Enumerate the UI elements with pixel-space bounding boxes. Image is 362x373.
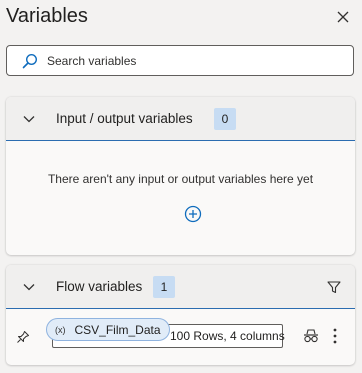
io-variables-title: Input / output variables <box>56 111 193 126</box>
io-empty-message: There aren't any input or output variabl… <box>47 172 314 186</box>
variable-name: CSV_Film_Data <box>74 322 161 337</box>
flow-variable-row[interactable]: 100 Rows, 4 columns (x) CSV_Film_Data <box>6 311 355 361</box>
add-circle-icon[interactable] <box>184 205 202 223</box>
close-icon[interactable] <box>334 8 352 26</box>
chevron-down-icon[interactable] <box>22 112 36 126</box>
io-variables-card: Input / output variables 0 There aren't … <box>6 97 355 255</box>
variables-pane: Variables Input / output variables 0 The… <box>0 0 362 373</box>
search-icon <box>22 53 38 69</box>
io-variables-header[interactable]: Input / output variables 0 <box>6 97 355 141</box>
flow-variables-card: Flow variables 1 100 Rows, 4 columns (x)… <box>6 265 355 365</box>
chevron-down-icon[interactable] <box>22 280 36 294</box>
variable-name-chip[interactable]: (x) CSV_Film_Data <box>46 318 170 341</box>
spy-glasses-icon[interactable] <box>303 328 319 344</box>
variable-value: 100 Rows, 4 columns <box>170 329 285 343</box>
io-variables-count-badge: 0 <box>214 107 236 130</box>
pin-icon[interactable] <box>16 330 30 344</box>
filter-icon[interactable] <box>326 279 342 295</box>
pane-title: Variables <box>6 5 88 27</box>
flow-variables-header[interactable]: Flow variables 1 <box>6 265 355 309</box>
search-input[interactable] <box>47 53 337 68</box>
search-box[interactable] <box>6 45 354 76</box>
variable-type-icon: (x) <box>55 324 66 335</box>
more-options-icon[interactable] <box>330 327 340 345</box>
flow-variables-title: Flow variables <box>56 279 143 294</box>
flow-variables-count-badge: 1 <box>153 275 175 298</box>
